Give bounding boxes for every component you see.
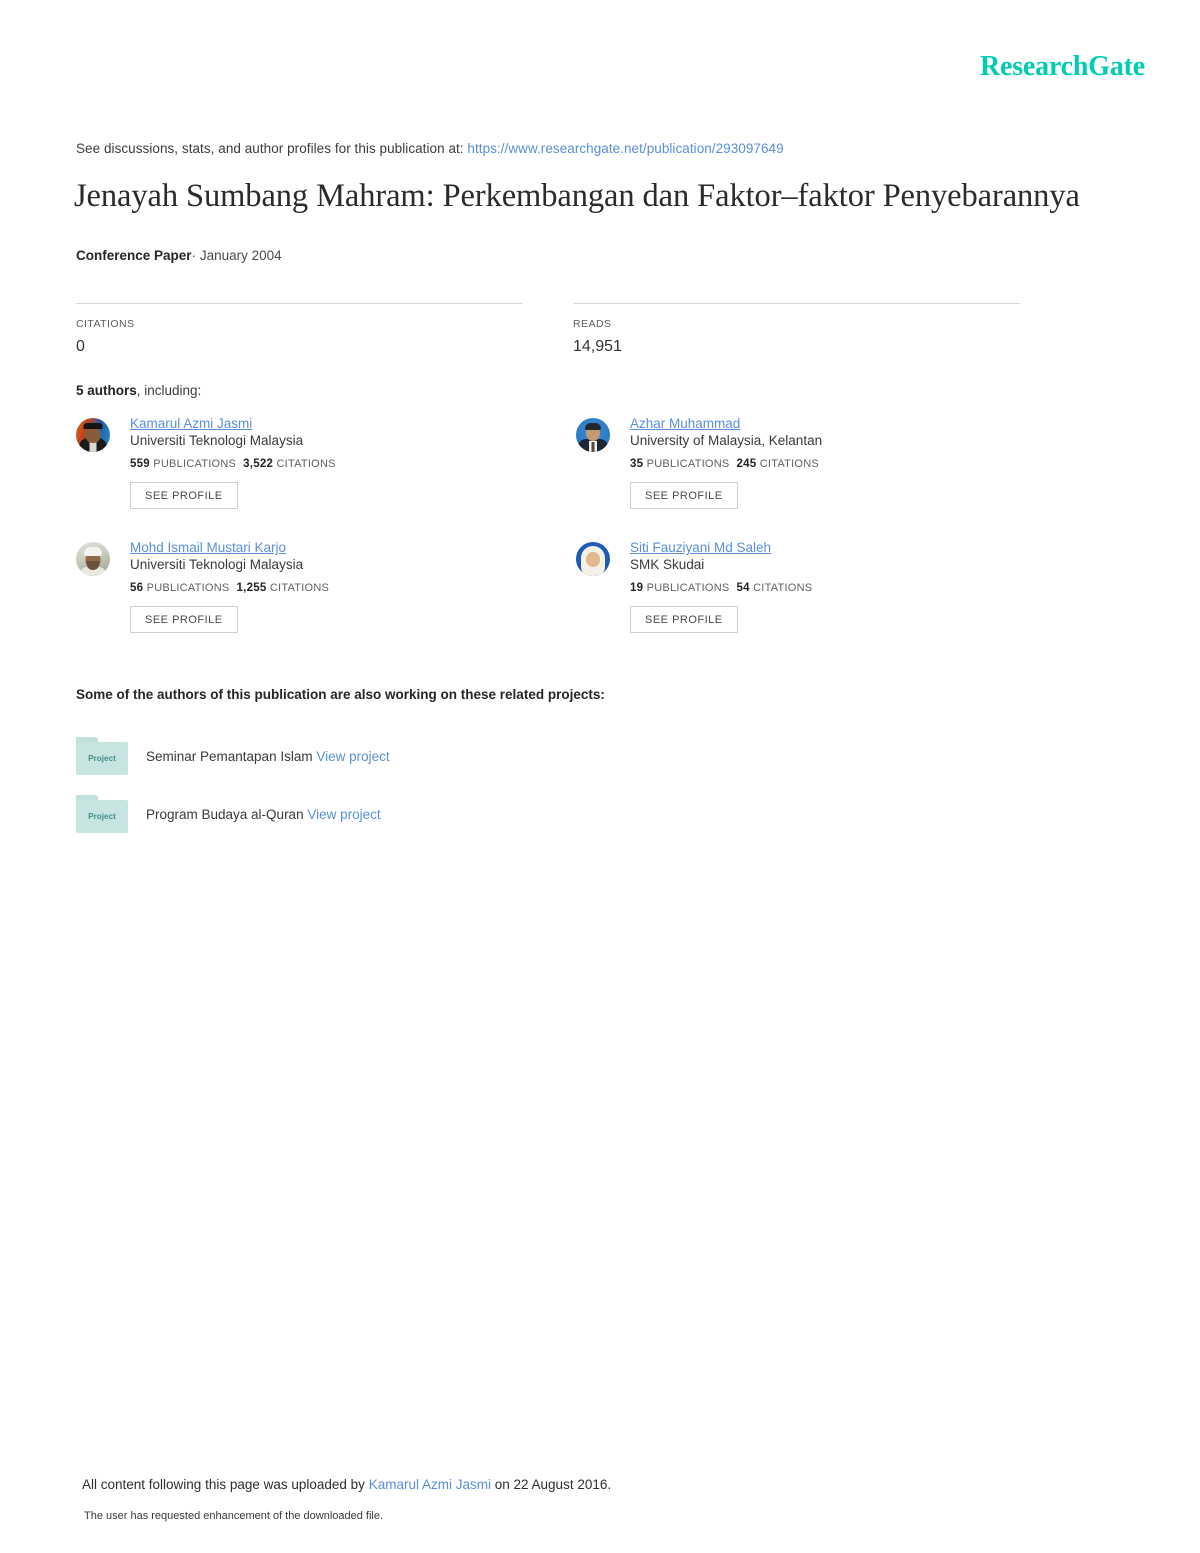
publications-count: 19 — [630, 582, 644, 595]
author-name-link[interactable]: Azhar Muhammad — [630, 416, 740, 431]
publication-url-link[interactable]: https://www.researchgate.net/publication… — [467, 141, 783, 156]
publications-label: PUBLICATIONS — [153, 458, 237, 471]
author-card: Kamarul Azmi Jasmi Universiti Teknologi … — [76, 412, 576, 536]
publications-count: 56 — [130, 582, 144, 595]
see-profile-button[interactable]: SEE PROFILE — [630, 606, 738, 634]
author-stats: 559 PUBLICATIONS 3,522 CITATIONS — [130, 458, 336, 470]
project-folder-label: Project — [88, 754, 116, 763]
discussion-line: See discussions, stats, and author profi… — [76, 141, 784, 156]
author-stats: 19 PUBLICATIONS 54 CITATIONS — [630, 582, 812, 594]
citations-count: 245 — [736, 458, 757, 471]
project-row: Project Seminar Pemantapan Islam View pr… — [76, 727, 876, 785]
publications-label: PUBLICATIONS — [146, 582, 230, 595]
author-info: Mohd Ismail Mustari Karjo Universiti Tek… — [130, 536, 329, 660]
author-card: Azhar Muhammad University of Malaysia, K… — [576, 412, 1076, 536]
author-stats: 35 PUBLICATIONS 245 CITATIONS — [630, 458, 822, 470]
authors-heading: 5 authors, including: — [76, 383, 201, 398]
citations-count: 54 — [736, 582, 750, 595]
metric-reads: READS 14,951 — [573, 303, 1020, 356]
publications-label: PUBLICATIONS — [646, 458, 730, 471]
publication-page: ResearchGate See discussions, stats, and… — [0, 0, 1200, 1553]
author-info: Azhar Muhammad University of Malaysia, K… — [630, 412, 822, 536]
author-name-link[interactable]: Kamarul Azmi Jasmi — [130, 416, 252, 431]
project-text: Seminar Pemantapan Islam View project — [146, 749, 390, 764]
citations-count: 1,255 — [236, 582, 267, 595]
publications-label: PUBLICATIONS — [646, 582, 730, 595]
metric-label: READS — [573, 318, 612, 330]
project-title: Program Budaya al-Quran — [146, 806, 304, 822]
author-stats: 56 PUBLICATIONS 1,255 CITATIONS — [130, 582, 329, 594]
discussion-prefix-text: See discussions, stats, and author profi… — [76, 141, 464, 156]
view-project-link[interactable]: View project — [316, 749, 389, 764]
publications-count: 559 — [130, 458, 150, 471]
avatar-kamarul-azmi-jasmi — [76, 418, 110, 452]
metric-value: 0 — [76, 338, 85, 355]
author-name-link[interactable]: Siti Fauziyani Md Saleh — [630, 540, 771, 555]
metric-citations: CITATIONS 0 — [76, 303, 523, 356]
metric-divider — [573, 303, 1020, 304]
related-projects-heading: Some of the authors of this publication … — [76, 687, 605, 702]
upload-suffix-text: on 22 August 2016. — [494, 1477, 612, 1492]
publication-type-line: Conference Paper· January 2004 — [76, 248, 282, 263]
metrics-row: CITATIONS 0 READS 14,951 — [76, 303, 1070, 356]
project-folder-icon: Project — [76, 795, 128, 833]
author-card: Mohd Ismail Mustari Karjo Universiti Tek… — [76, 536, 576, 660]
metric-value: 14,951 — [573, 338, 622, 355]
metric-label: CITATIONS — [76, 318, 135, 330]
avatar-mohd-ismail-mustari-karjo — [76, 542, 110, 576]
upload-credit-line: All content following this page was uplo… — [82, 1477, 611, 1492]
see-profile-button[interactable]: SEE PROFILE — [130, 482, 238, 510]
author-affiliation: SMK Skudai — [630, 557, 705, 572]
citations-label: CITATIONS — [759, 458, 820, 471]
author-info: Siti Fauziyani Md Saleh SMK Skudai 19 PU… — [630, 536, 812, 660]
citations-label: CITATIONS — [276, 458, 336, 471]
citations-count: 3,522 — [243, 458, 274, 471]
author-affiliation: Universiti Teknologi Malaysia — [130, 433, 304, 448]
authors-count: 5 authors — [76, 383, 137, 398]
related-projects-list: Project Seminar Pemantapan Islam View pr… — [76, 727, 876, 843]
authors-including-text: , including: — [136, 383, 202, 398]
publication-type: Conference Paper — [76, 248, 192, 263]
enhancement-note: The user has requested enhancement of th… — [84, 1510, 384, 1522]
author-affiliation: Universiti Teknologi Malaysia — [130, 557, 304, 572]
author-affiliation: University of Malaysia, Kelantan — [630, 433, 823, 448]
page-title: Jenayah Sumbang Mahram: Perkembangan dan… — [74, 178, 1080, 214]
author-info: Kamarul Azmi Jasmi Universiti Teknologi … — [130, 412, 336, 536]
authors-grid: Kamarul Azmi Jasmi Universiti Teknologi … — [76, 412, 1076, 660]
author-name-link[interactable]: Mohd Ismail Mustari Karjo — [130, 540, 286, 555]
project-row: Project Program Budaya al-Quran View pro… — [76, 785, 876, 843]
project-text: Program Budaya al-Quran View project — [146, 807, 381, 822]
publication-date: January 2004 — [199, 248, 282, 263]
type-date-separator: · — [191, 248, 197, 263]
see-profile-button[interactable]: SEE PROFILE — [630, 482, 738, 510]
avatar-azhar-muhammad — [576, 418, 610, 452]
view-project-link[interactable]: View project — [307, 807, 380, 822]
researchgate-logo: ResearchGate — [979, 51, 1145, 82]
project-folder-label: Project — [88, 812, 116, 821]
metric-divider — [76, 303, 523, 304]
project-folder-icon: Project — [76, 737, 128, 775]
see-profile-button[interactable]: SEE PROFILE — [130, 606, 238, 634]
upload-prefix-text: All content following this page was uplo… — [82, 1477, 365, 1492]
uploader-link[interactable]: Kamarul Azmi Jasmi — [369, 1477, 491, 1492]
author-card: Siti Fauziyani Md Saleh SMK Skudai 19 PU… — [576, 536, 1076, 660]
citations-label: CITATIONS — [269, 582, 330, 595]
publications-count: 35 — [630, 458, 644, 471]
avatar-siti-fauziyani-md-saleh — [576, 542, 610, 576]
citations-label: CITATIONS — [753, 582, 813, 595]
project-title: Seminar Pemantapan Islam — [146, 748, 313, 764]
